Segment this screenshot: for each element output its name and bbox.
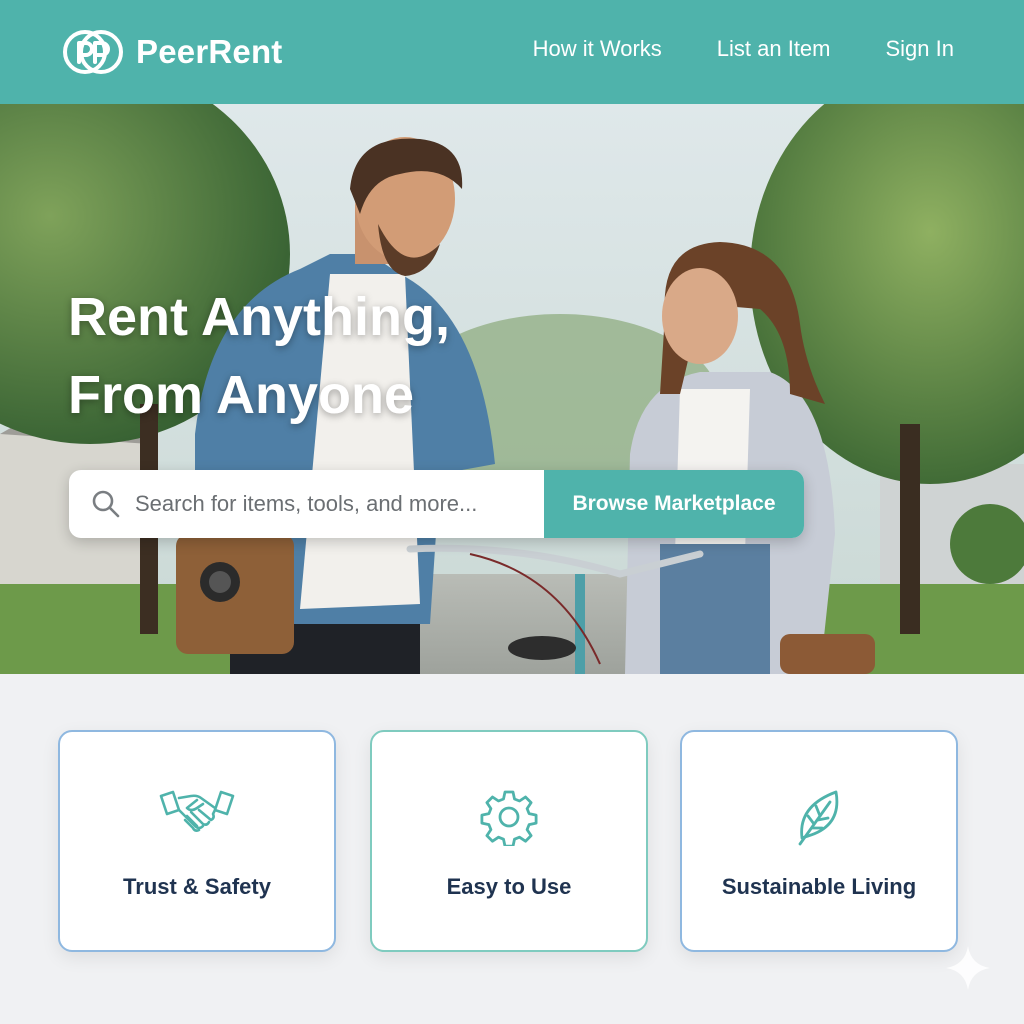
feature-label-sustainable-living: Sustainable Living xyxy=(721,874,917,899)
feature-card-sustainable-living[interactable]: Sustainable Living xyxy=(680,730,958,952)
sparkle-icon xyxy=(946,946,990,990)
search-bar: Browse Marketplace xyxy=(69,470,804,538)
brand[interactable]: PeerRent xyxy=(62,29,283,75)
gear-icon xyxy=(480,790,538,846)
search-icon xyxy=(92,490,120,518)
browse-marketplace-button[interactable]: Browse Marketplace xyxy=(544,470,804,538)
pp-logo-icon xyxy=(63,30,123,74)
features-section: Trust & Safety Easy to Use Sustainable L… xyxy=(0,674,1024,1024)
nav-sign-in[interactable]: Sign In xyxy=(886,36,955,62)
nav-links: How it Works List an Item Sign In xyxy=(533,36,954,62)
search-field[interactable] xyxy=(69,470,544,538)
hero-title-line-2: From Anyone xyxy=(68,365,415,425)
feature-label-trust-safety: Trust & Safety xyxy=(123,874,271,899)
hero-title-line-1: Rent Anything, xyxy=(68,287,450,347)
feature-card-trust-safety[interactable]: Trust & Safety xyxy=(58,730,336,952)
leaf-icon xyxy=(798,790,839,846)
hero-section: Rent Anything, From Anyone Browse Market… xyxy=(0,104,1024,674)
nav-how-it-works[interactable]: How it Works xyxy=(533,36,662,62)
hero-title: Rent Anything, From Anyone xyxy=(68,278,450,434)
feature-card-easy-to-use[interactable]: Easy to Use xyxy=(370,730,648,952)
top-navbar: PeerRent How it Works List an Item Sign … xyxy=(0,0,1024,104)
handshake-icon xyxy=(159,790,235,832)
brand-name: PeerRent xyxy=(136,33,283,70)
nav-list-an-item[interactable]: List an Item xyxy=(717,36,831,62)
feature-label-easy-to-use: Easy to Use xyxy=(446,874,572,899)
search-input[interactable] xyxy=(135,491,515,517)
